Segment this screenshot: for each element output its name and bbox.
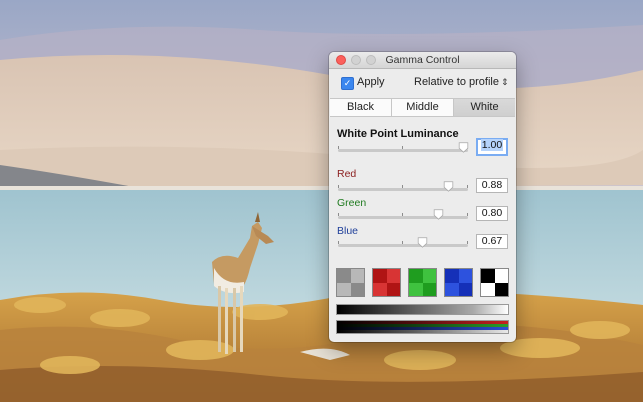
green-slider-thumb[interactable] [433,209,444,220]
grayscale-step-bar [336,304,509,315]
mode-popup-button[interactable]: Relative to profile ⇕ [414,76,509,88]
apply-label[interactable]: Apply [357,76,385,88]
slider-tick [467,185,468,188]
slider-tick [402,213,403,216]
blue-value-field[interactable]: 0.67 [476,234,508,249]
black-white-test-swatch [480,268,509,297]
red-test-swatch [372,268,401,297]
landscape-photo [0,0,643,402]
tab-black[interactable]: Black [330,99,392,116]
blue-slider-thumb[interactable] [417,237,428,248]
blue-slider-track[interactable] [338,241,468,247]
white-point-heading: White Point Luminance [337,128,459,140]
slider-tick [338,185,339,188]
white-point-value-field[interactable]: 1.00 [476,138,508,156]
slider-tick [402,146,403,149]
slider-tick [467,213,468,216]
range-segmented-control: Black Middle White [330,98,515,117]
blue-test-swatch [444,268,473,297]
green-slider-track[interactable] [338,213,468,219]
window-title: Gamma Control [385,54,460,66]
slider-tick [338,146,339,149]
green-test-swatch [408,268,437,297]
slider-tick [402,185,403,188]
blue-label: Blue [337,225,359,237]
white-point-value: 1.00 [480,139,504,151]
white-point-slider-thumb[interactable] [458,142,469,153]
red-value-field[interactable]: 0.88 [476,178,508,193]
color-gradient-bar [336,320,509,334]
slider-tick [467,241,468,244]
desktop-wallpaper [0,0,643,402]
updown-chevron-icon: ⇕ [501,77,509,87]
test-swatches [336,268,511,299]
slider-tick [338,241,339,244]
red-label: Red [337,168,357,180]
mode-popup-value: Relative to profile [414,76,499,88]
tab-white[interactable]: White [454,99,515,116]
slider-tick [338,213,339,216]
red-slider-thumb[interactable] [443,181,454,192]
tab-middle[interactable]: Middle [392,99,454,116]
white-point-slider-track[interactable] [338,146,468,152]
window-titlebar[interactable]: Gamma Control [329,52,516,69]
gray-test-swatch [336,268,365,297]
slider-tick [402,241,403,244]
gamma-control-window: Gamma Control ✓ Apply Relative to profil… [329,52,516,342]
green-value-field[interactable]: 0.80 [476,206,508,221]
apply-checkbox[interactable]: ✓ [341,77,354,90]
green-label: Green [337,197,367,209]
